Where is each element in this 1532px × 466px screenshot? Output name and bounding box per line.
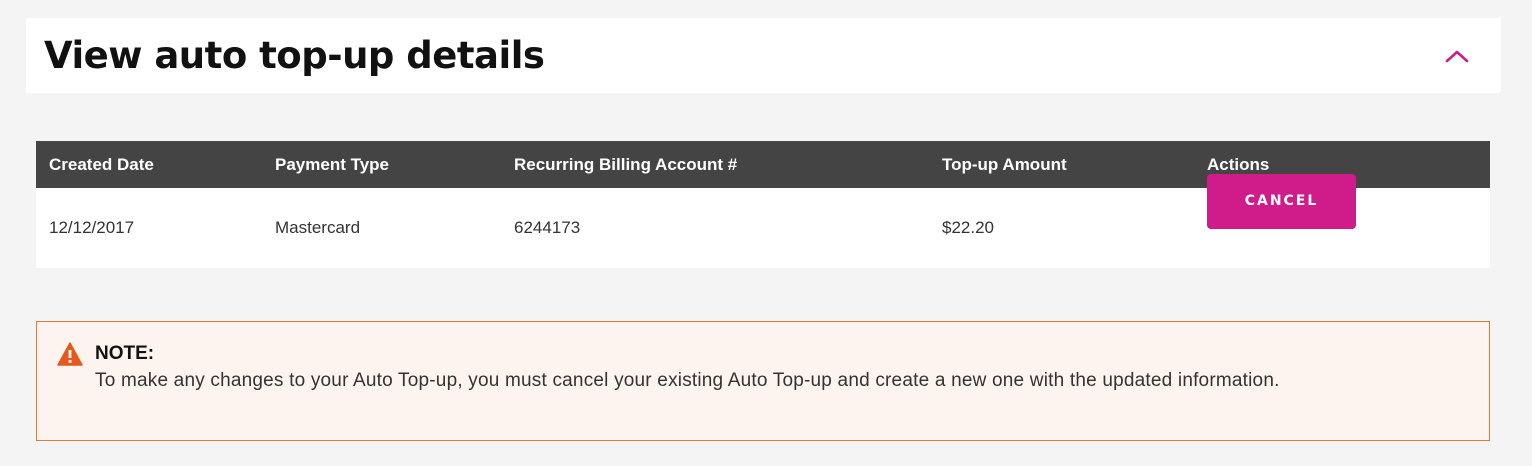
note-header: NOTE: xyxy=(57,342,1469,366)
collapse-toggle-button[interactable] xyxy=(1439,38,1475,74)
chevron-up-icon xyxy=(1445,50,1469,62)
table-row: 12/12/2017 Mastercard 6244173 $22.20 CAN… xyxy=(36,173,1490,268)
column-header-created-date: Created Date xyxy=(49,154,154,174)
column-header-payment-type: Payment Type xyxy=(275,154,390,174)
note-text: To make any changes to your Auto Top-up,… xyxy=(95,370,1280,391)
column-header-actions: Actions xyxy=(1207,154,1270,174)
column-header-account-number: Recurring Billing Account # xyxy=(514,154,738,174)
note-title: NOTE: xyxy=(95,343,155,364)
created-date-cell: 12/12/2017 xyxy=(49,218,135,237)
actions-cell: CANCEL xyxy=(1207,173,1356,256)
auto-topup-table: Created Date Payment Type Recurring Bill… xyxy=(36,141,1490,268)
warning-icon xyxy=(57,342,83,366)
topup-amount-cell: $22.20 xyxy=(942,218,994,237)
section-header: View auto top-up details xyxy=(26,18,1501,93)
column-header-topup-amount: Top-up Amount xyxy=(942,154,1067,174)
payment-type-cell: Mastercard xyxy=(275,218,361,237)
note-box: NOTE: To make any changes to your Auto T… xyxy=(36,321,1490,441)
account-number-cell: 6244173 xyxy=(514,218,581,237)
cancel-button[interactable]: CANCEL xyxy=(1207,173,1356,229)
page-title: View auto top-up details xyxy=(44,34,545,77)
